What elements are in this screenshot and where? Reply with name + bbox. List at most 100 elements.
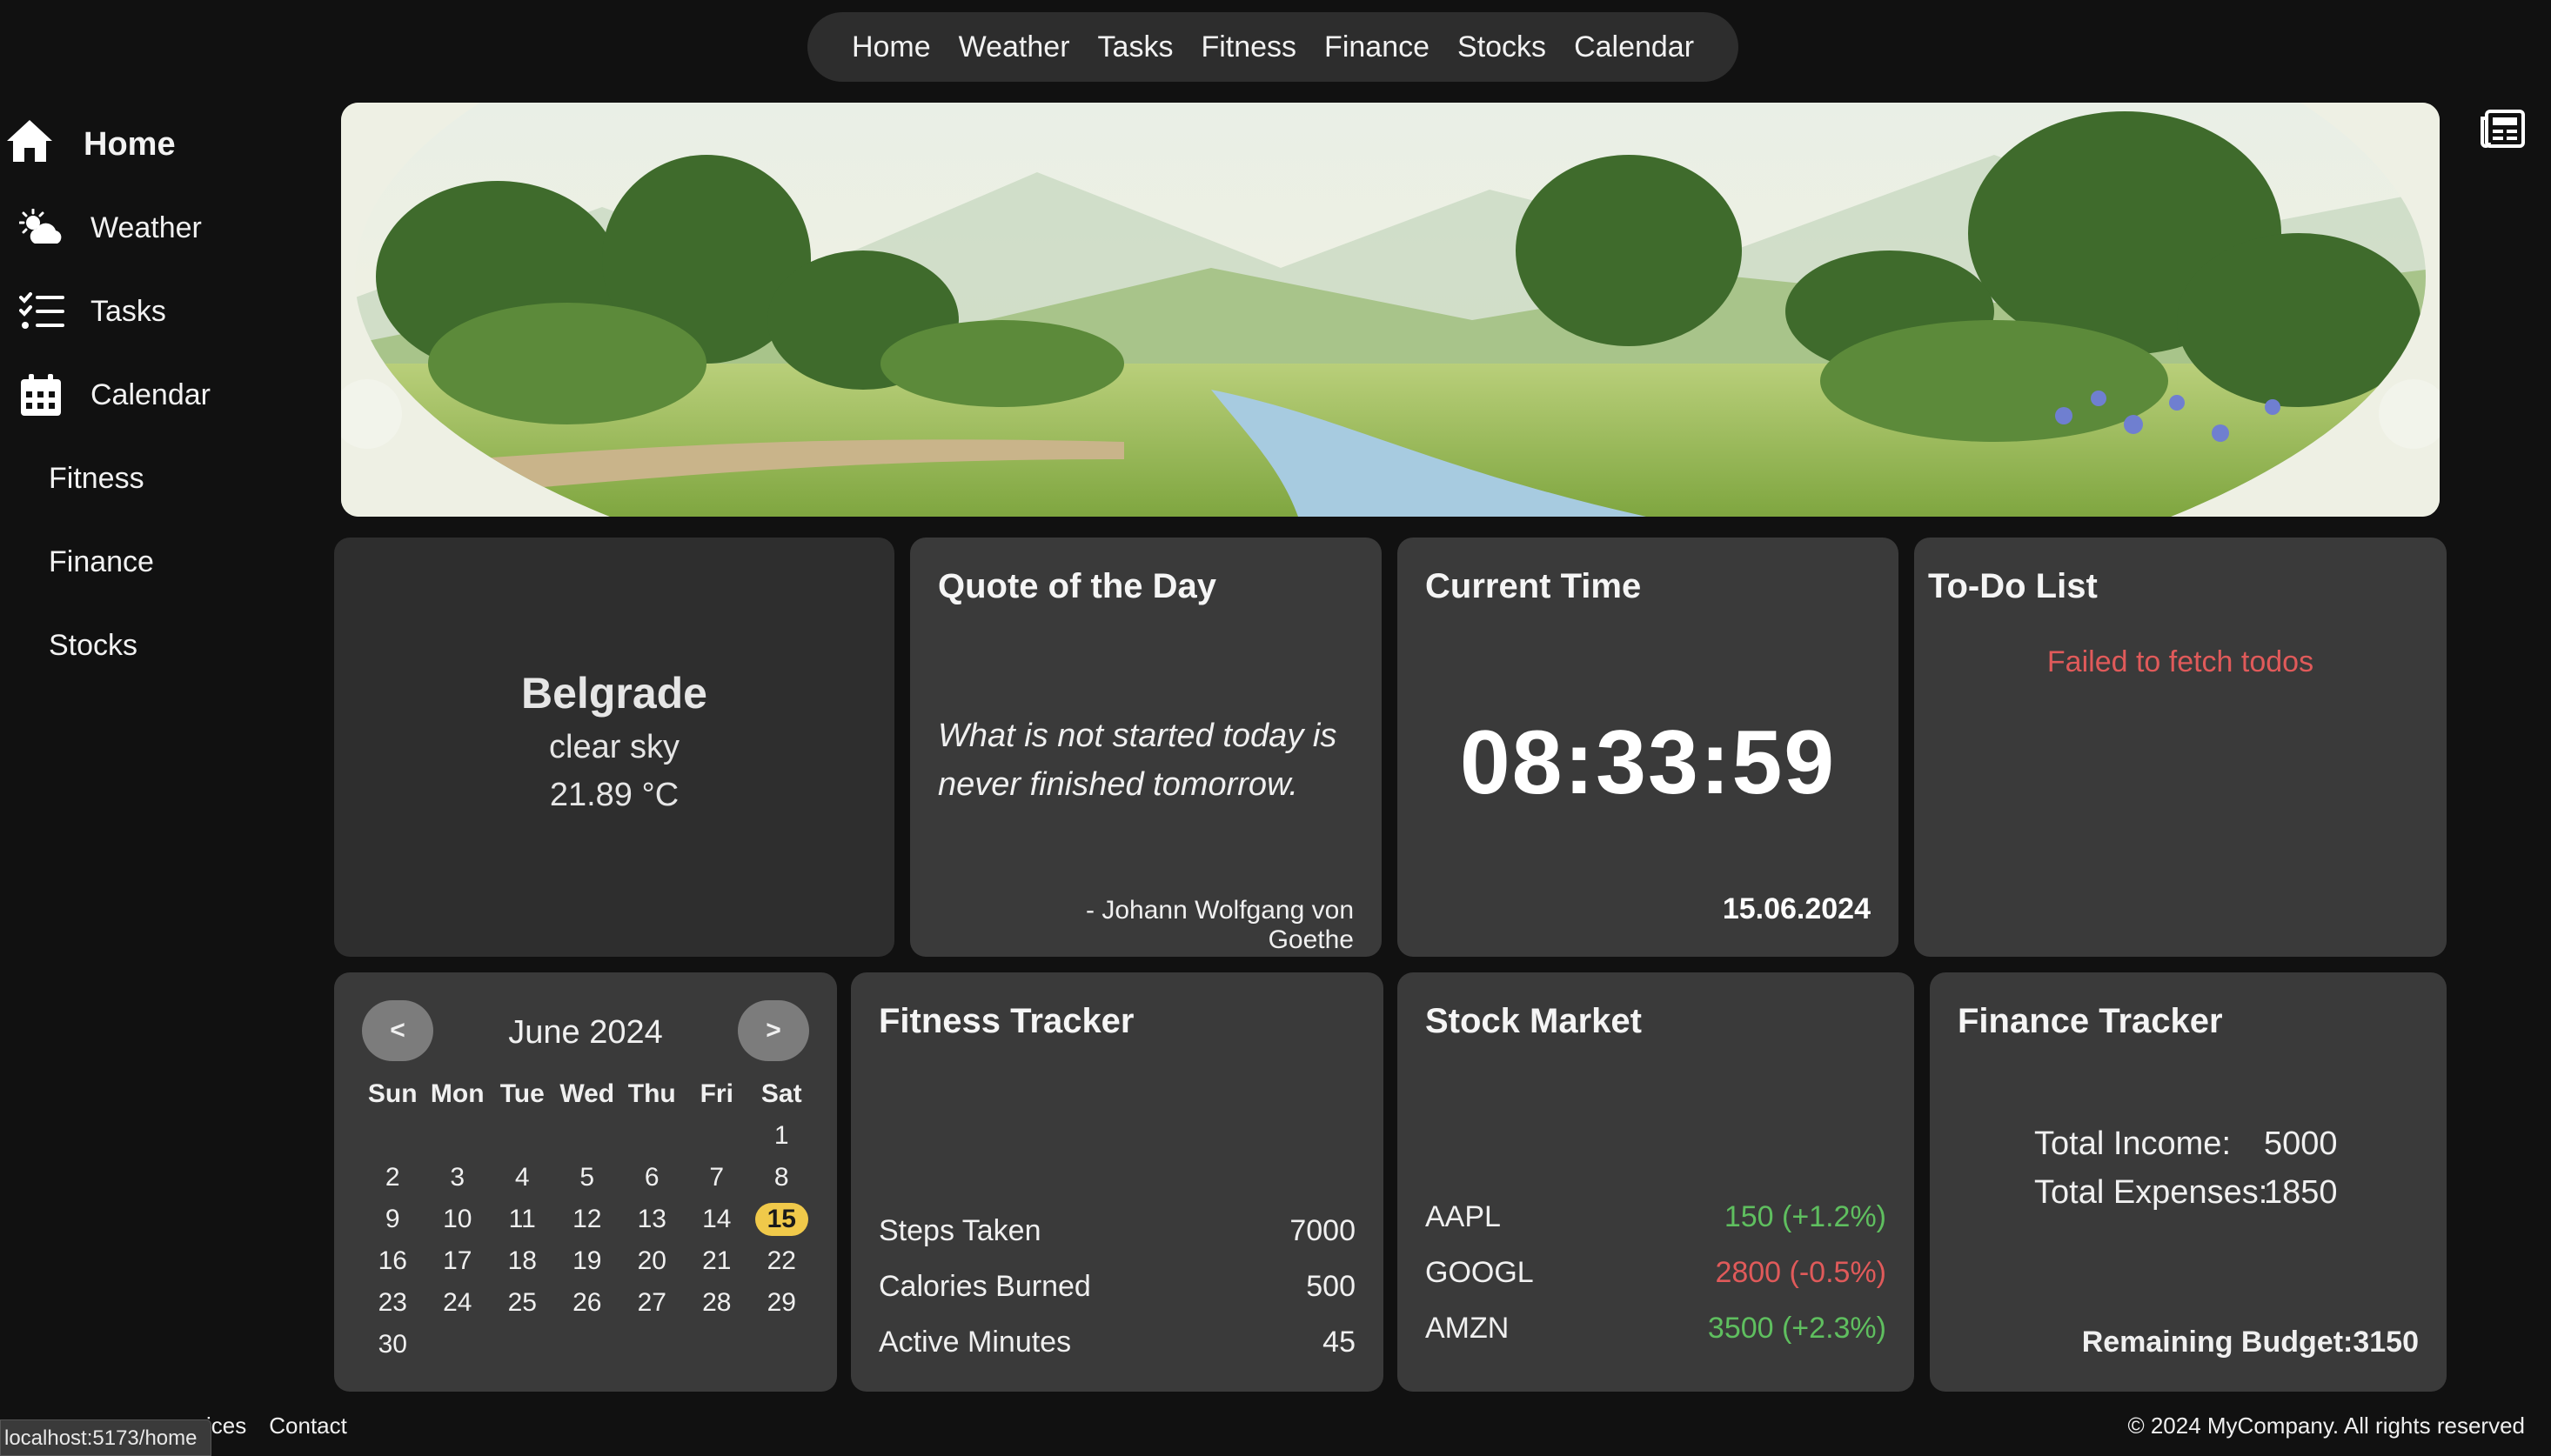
calendar-day-number: 8: [773, 1163, 789, 1192]
expenses-label: Total Expenses:: [2034, 1174, 2268, 1211]
calendar-day[interactable]: 4: [490, 1163, 555, 1192]
sidebar-item-finance[interactable]: Finance: [0, 527, 313, 597]
topnav-finance[interactable]: Finance: [1324, 30, 1429, 64]
topnav-tasks[interactable]: Tasks: [1098, 30, 1174, 64]
stock-row: GOOGL 2800 (-0.5%): [1425, 1256, 1886, 1290]
calendar-day[interactable]: 25: [490, 1288, 555, 1318]
income-label: Total Income:: [2034, 1125, 2231, 1162]
calendar-next-button[interactable]: >: [738, 1000, 809, 1061]
topnav-weather[interactable]: Weather: [959, 30, 1070, 64]
weather-card: Belgrade clear sky 21.89 °C: [334, 538, 894, 957]
calendar-day-number: 4: [514, 1163, 530, 1192]
calendar-day[interactable]: 19: [555, 1246, 620, 1276]
calendar-day[interactable]: 1: [749, 1121, 814, 1151]
calendar-day-number: 7: [709, 1163, 725, 1192]
calendar-week-row: 1: [360, 1115, 814, 1157]
topnav-home[interactable]: Home: [852, 30, 931, 64]
sidebar-item-tasks[interactable]: Tasks: [0, 277, 313, 346]
calendar-day[interactable]: 11: [490, 1205, 555, 1234]
calendar-day[interactable]: 9: [360, 1205, 425, 1234]
remaining-budget: Remaining Budget:3150: [2081, 1326, 2419, 1359]
time-title: Current Time: [1425, 567, 1642, 605]
quote-card: Quote of the Day What is not started tod…: [910, 538, 1382, 957]
finance-card: Finance Tracker Total Income: 5000 Total…: [1930, 972, 2447, 1392]
newspaper-icon[interactable]: [2480, 110, 2525, 150]
calendar-day[interactable]: 15: [749, 1203, 814, 1236]
calendar-day[interactable]: 5: [555, 1163, 620, 1192]
calendar-day[interactable]: 22: [749, 1246, 814, 1276]
expenses-value: 1850: [2264, 1174, 2338, 1211]
calendar-day-number: 10: [443, 1205, 472, 1233]
calendar-week-row: 2 3 4 5 6 7 8: [360, 1157, 814, 1199]
calendar-prev-button[interactable]: <: [362, 1000, 433, 1061]
calendar-day[interactable]: 20: [619, 1246, 685, 1276]
calendar-day[interactable]: 10: [425, 1205, 491, 1234]
calendar-day[interactable]: 14: [685, 1205, 750, 1234]
calendar-day[interactable]: 21: [685, 1246, 750, 1276]
calendar-day-number: 25: [507, 1288, 537, 1317]
calendar-day[interactable]: 17: [425, 1246, 491, 1276]
quote-author: - Johann Wolfgang von Goethe: [1086, 896, 1354, 954]
calendar-day-number: 9: [385, 1205, 400, 1233]
calendar-weekdays: Sun Mon Tue Wed Thu Fri Sat: [360, 1073, 814, 1115]
sidebar-item-calendar[interactable]: Calendar: [0, 360, 313, 430]
calendar-day[interactable]: 12: [555, 1205, 620, 1234]
calendar-day-number: 27: [637, 1288, 666, 1317]
finance-title: Finance Tracker: [1958, 1002, 2223, 1040]
calendar-day-number: 6: [644, 1163, 660, 1192]
calendar-week-row: 16 17 18 19 20 21 22: [360, 1240, 814, 1282]
calendar-day-number: 5: [579, 1163, 595, 1192]
tasks-icon: [19, 292, 64, 329]
calendar-day-number: 26: [572, 1288, 602, 1317]
calendar-day[interactable]: 28: [685, 1288, 750, 1318]
calendar-day[interactable]: 3: [425, 1163, 491, 1192]
weather-city: Belgrade: [521, 669, 707, 718]
calendar-day[interactable]: 6: [619, 1163, 685, 1192]
fitness-value: 500: [1306, 1270, 1356, 1303]
calendar-day[interactable]: 27: [619, 1288, 685, 1318]
clock-value: 08:33:59: [1459, 712, 1837, 813]
fitness-row: Active Minutes 45: [879, 1326, 1356, 1359]
calendar-day[interactable]: 7: [685, 1163, 750, 1192]
calendar-month: June 2024: [508, 1014, 663, 1051]
time-card: Current Time 08:33:59 15.06.2024: [1397, 538, 1898, 957]
top-nav: Home Weather Tasks Fitness Finance Stock…: [807, 12, 1738, 82]
calendar-day[interactable]: 8: [749, 1163, 814, 1192]
sidebar-item-label: Home: [84, 125, 176, 163]
stock-price: 3500 (+2.3%): [1707, 1312, 1886, 1345]
stock-row: AMZN 3500 (+2.3%): [1425, 1312, 1886, 1346]
topnav-fitness[interactable]: Fitness: [1201, 30, 1296, 64]
footer-link-contact[interactable]: Contact: [269, 1413, 347, 1439]
home-icon: [7, 120, 52, 162]
weekday-label: Wed: [559, 1079, 615, 1108]
topnav-stocks[interactable]: Stocks: [1457, 30, 1546, 64]
sidebar-item-label: Fitness: [49, 461, 144, 495]
calendar-day[interactable]: 29: [749, 1288, 814, 1318]
calendar-day[interactable]: 16: [360, 1246, 425, 1276]
carousel-next-button[interactable]: [2379, 379, 2440, 449]
calendar-day[interactable]: 30: [360, 1330, 425, 1359]
calendar-week-row: 23 24 25 26 27 28 29: [360, 1282, 814, 1324]
sidebar-item-fitness[interactable]: Fitness: [0, 444, 313, 513]
calendar-day[interactable]: 13: [619, 1205, 685, 1234]
calendar-day[interactable]: 23: [360, 1288, 425, 1318]
calendar-day-number: 3: [450, 1163, 465, 1192]
sidebar-item-weather[interactable]: Weather: [0, 193, 313, 263]
calendar-day-number: 14: [702, 1205, 732, 1233]
calendar-day[interactable]: 26: [555, 1288, 620, 1318]
calendar-day[interactable]: 24: [425, 1288, 491, 1318]
calendar-day-number: 28: [702, 1288, 732, 1317]
sidebar-item-home[interactable]: Home: [0, 110, 313, 179]
fitness-card: Fitness Tracker Steps Taken 7000 Calorie…: [851, 972, 1383, 1392]
fitness-label: Active Minutes: [879, 1326, 1072, 1359]
weather-temperature: 21.89 °C: [549, 777, 680, 813]
calendar-icon: [21, 374, 61, 416]
topnav-calendar[interactable]: Calendar: [1574, 30, 1694, 64]
calendar-day-number: 16: [378, 1246, 407, 1275]
calendar-day-number: 17: [443, 1246, 472, 1275]
calendar-day[interactable]: 2: [360, 1163, 425, 1192]
sidebar-item-label: Tasks: [90, 294, 166, 328]
sidebar-item-stocks[interactable]: Stocks: [0, 611, 313, 680]
calendar-day[interactable]: 18: [490, 1246, 555, 1276]
fitness-value: 7000: [1289, 1214, 1356, 1247]
